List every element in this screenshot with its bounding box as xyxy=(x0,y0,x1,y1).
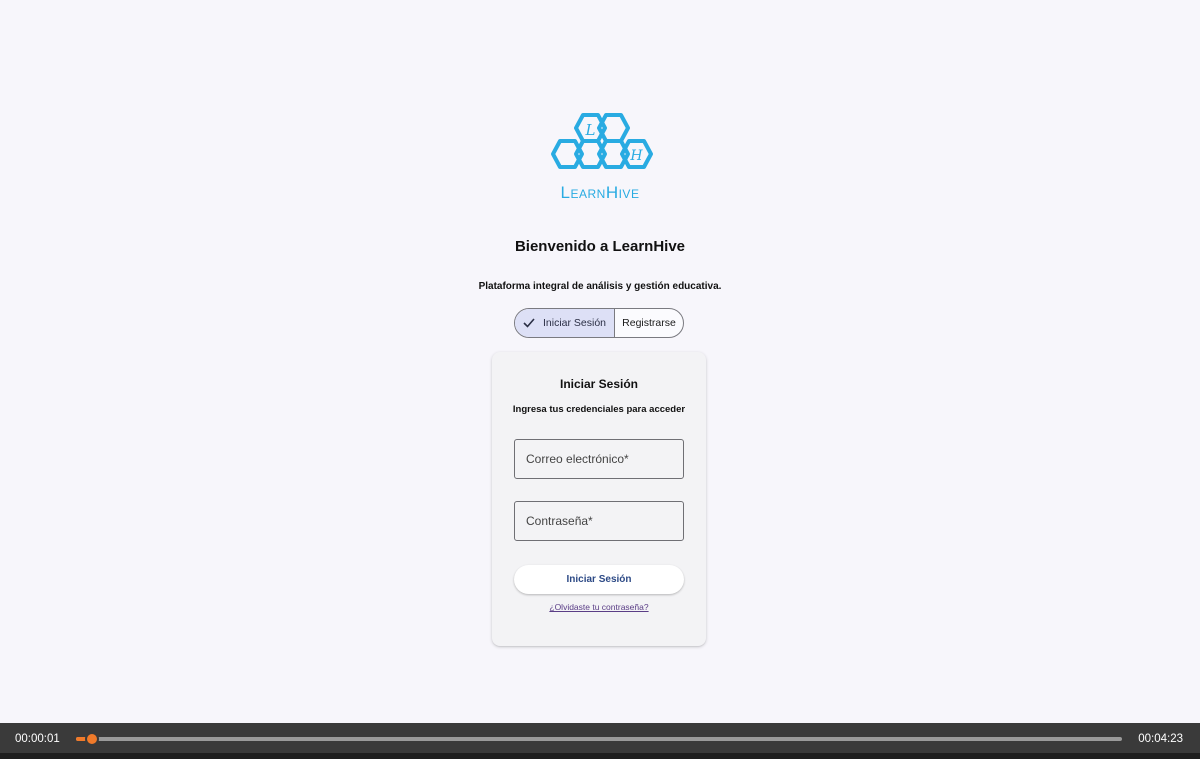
toggle-register-label: Registrarse xyxy=(622,317,676,329)
current-time: 00:00:01 xyxy=(15,733,60,745)
logo-wordmark: LearnHive xyxy=(561,183,640,202)
welcome-heading: Bienvenido a LearnHive xyxy=(514,238,686,255)
total-time: 00:04:23 xyxy=(1138,733,1183,745)
logo-letter-l: L xyxy=(585,121,596,139)
forgot-password-link[interactable]: ¿Olvidaste tu contraseña? xyxy=(492,602,706,612)
toggle-register[interactable]: Registrarse xyxy=(615,309,683,337)
seek-bar[interactable] xyxy=(76,732,1122,746)
login-page: L H LearnHive Bienvenido a LearnHive Pla… xyxy=(0,0,1200,723)
learnhive-logo: L H LearnHive xyxy=(540,110,660,206)
player-bottom-strip xyxy=(0,753,1200,759)
auth-mode-toggle: Iniciar Sesión Registrarse xyxy=(514,308,684,338)
login-card-subtitle: Ingresa tus credenciales para acceder xyxy=(512,404,686,415)
logo-letter-h: H xyxy=(629,148,643,164)
login-card-title: Iniciar Sesión xyxy=(559,377,639,391)
video-player-bar: 00:00:01 00:04:23 xyxy=(0,723,1200,759)
email-input[interactable] xyxy=(514,439,684,479)
seek-thumb[interactable] xyxy=(84,732,99,746)
toggle-login-label: Iniciar Sesión xyxy=(542,317,607,329)
login-submit-button[interactable]: Iniciar Sesión xyxy=(514,565,684,594)
platform-subtitle: Plataforma integral de análisis y gestió… xyxy=(478,281,722,292)
check-icon xyxy=(523,318,535,328)
login-card: Iniciar Sesión Ingresa tus credenciales … xyxy=(492,352,706,646)
password-input[interactable] xyxy=(514,501,684,541)
toggle-login[interactable]: Iniciar Sesión xyxy=(515,309,615,337)
